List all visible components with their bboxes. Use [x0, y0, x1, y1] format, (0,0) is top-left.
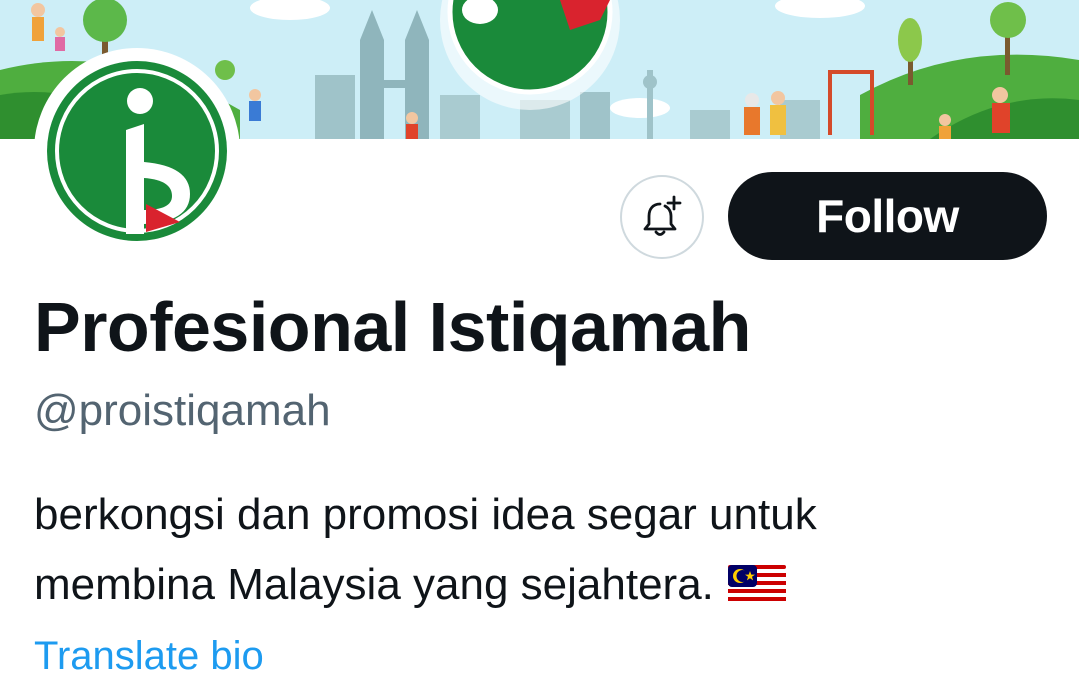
translate-bio-link[interactable]: Translate bio — [34, 630, 264, 682]
profile-bio: berkongsi dan promosi idea segar untuk m… — [34, 480, 1054, 626]
bio-line: berkongsi dan promosi idea segar untuk — [34, 490, 817, 539]
bio-line-text: membina Malaysia yang sejahtera. — [34, 560, 714, 609]
notify-button[interactable] — [620, 175, 704, 259]
bio-line: membina Malaysia yang sejahtera. — [34, 550, 1054, 626]
follow-button-label: Follow — [816, 190, 959, 242]
malaysia-flag-icon — [727, 556, 786, 626]
bell-plus-icon — [643, 195, 682, 236]
pi-logo-icon — [42, 56, 232, 246]
display-name: Profesional Istiqamah — [34, 288, 751, 366]
user-handle: @proistiqamah — [34, 386, 331, 435]
profile-avatar[interactable] — [34, 48, 240, 254]
follow-button[interactable]: Follow — [728, 172, 1047, 260]
